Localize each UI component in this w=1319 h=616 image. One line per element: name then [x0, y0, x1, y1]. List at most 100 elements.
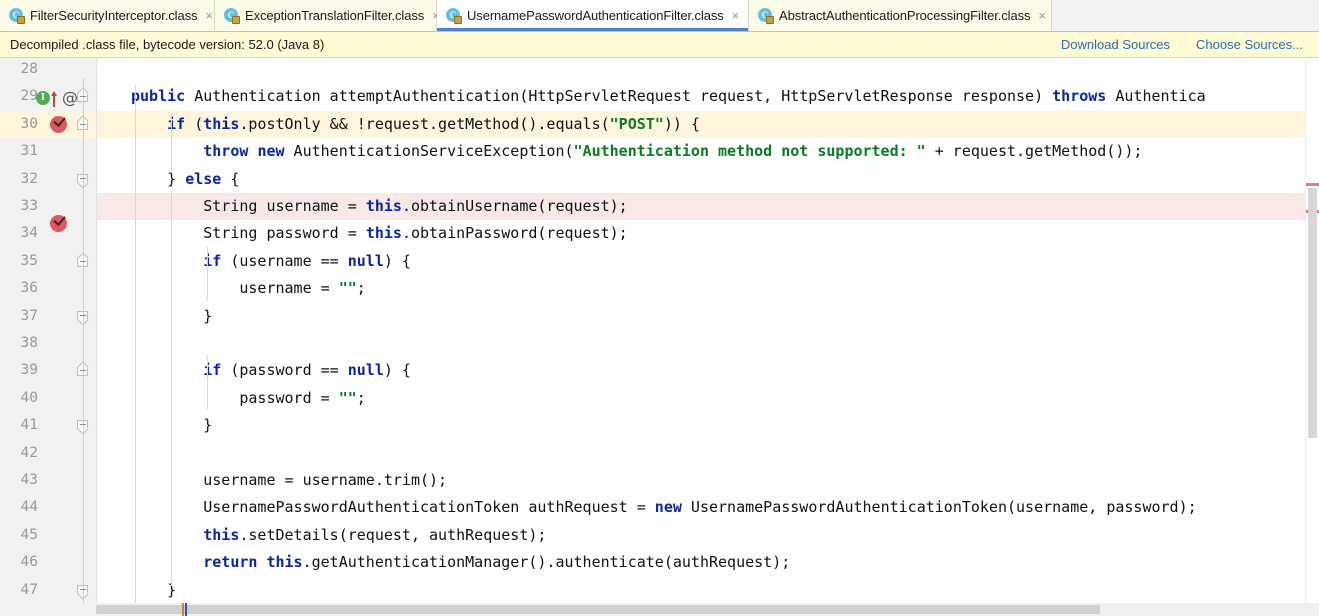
indent-guide — [135, 85, 136, 605]
line-number: 45 — [0, 522, 42, 549]
code-line-text: throw new AuthenticationServiceException… — [131, 138, 1142, 165]
code-token: UsernamePasswordAuthenticationToken auth… — [131, 498, 655, 516]
code-line[interactable]: if (password == null) { — [96, 357, 1319, 384]
code-line-text: String username = this.obtainUsername(re… — [131, 193, 628, 220]
line-number: 36 — [0, 275, 42, 302]
code-token: .obtainPassword(request); — [402, 224, 628, 242]
code-token: } — [131, 581, 176, 599]
gutter-row[interactable]: 33 — [0, 193, 96, 220]
editor-tab[interactable]: C AbstractAuthenticationProcessingFilter.… — [749, 0, 1052, 31]
gutter-row[interactable]: 40 — [0, 385, 96, 412]
banner-message: Decompiled .class file, bytecode version… — [10, 37, 1061, 52]
code-line[interactable]: String password = this.obtainPassword(re… — [96, 220, 1319, 247]
java-class-icon: C — [9, 8, 24, 23]
code-token: this — [266, 553, 302, 571]
code-line[interactable]: } else { — [96, 166, 1319, 193]
close-icon[interactable]: × — [203, 9, 213, 22]
code-token: ; — [357, 389, 366, 407]
java-class-icon: C — [224, 8, 239, 23]
hscroll-gutter-spacer — [0, 603, 96, 616]
code-token: String username = — [131, 197, 366, 215]
code-line[interactable]: username = username.trim(); — [96, 467, 1319, 494]
java-class-icon: C — [758, 8, 773, 23]
choose-sources-link[interactable]: Choose Sources... — [1196, 37, 1303, 52]
decompiled-class-banner: Decompiled .class file, bytecode version… — [0, 32, 1319, 58]
code-token: username = — [131, 279, 339, 297]
code-token — [131, 553, 203, 571]
code-token: throw — [203, 142, 248, 160]
gutter-row[interactable]: 38 — [0, 330, 96, 357]
code-token: throws — [1052, 87, 1106, 105]
code-line[interactable]: username = ""; — [96, 275, 1319, 302]
code-line[interactable]: return this.getAuthenticationManager().a… — [96, 549, 1319, 576]
code-token — [131, 252, 203, 270]
code-token — [131, 142, 203, 160]
vertical-scrollbar[interactable] — [1305, 58, 1319, 616]
gutter-row[interactable]: 44 — [0, 494, 96, 521]
editor-gutter[interactable]: 2829I@3031323334353637383940414243444546… — [0, 58, 97, 616]
code-line-text: public Authentication attemptAuthenticat… — [131, 83, 1206, 110]
line-number: 33 — [0, 193, 42, 220]
code-token: .setDetails(request, authRequest); — [239, 526, 546, 544]
code-line-text: return this.getAuthenticationManager().a… — [131, 549, 790, 576]
code-line[interactable]: UsernamePasswordAuthenticationToken auth… — [96, 494, 1319, 521]
code-token: { — [221, 170, 239, 188]
gutter-row[interactable]: 43 — [0, 467, 96, 494]
code-token: null — [348, 252, 384, 270]
code-line[interactable] — [96, 58, 1319, 83]
breakpoint-verified-icon[interactable] — [50, 116, 67, 133]
editor-tab-label: AbstractAuthenticationProcessingFilter.c… — [779, 8, 1030, 23]
close-icon[interactable]: × — [1036, 9, 1046, 22]
line-number: 40 — [0, 385, 42, 412]
gutter-row[interactable]: 46 — [0, 549, 96, 576]
code-line-text: if (password == null) { — [131, 357, 411, 384]
code-token: "" — [339, 279, 357, 297]
editor-tab[interactable]: CUsernamePasswordAuthenticationFilter.cl… — [437, 0, 749, 31]
code-line[interactable]: } — [96, 303, 1319, 330]
implements-method-icon[interactable]: I — [36, 90, 60, 106]
line-number: 42 — [0, 440, 42, 467]
code-editor[interactable]: 2829I@3031323334353637383940414243444546… — [0, 58, 1319, 616]
gutter-row[interactable]: 34 — [0, 220, 96, 247]
gutter-row[interactable]: 45 — [0, 522, 96, 549]
hscroll-marker — [185, 603, 187, 616]
code-token: if — [167, 115, 185, 133]
editor-tab[interactable]: CExceptionTranslationFilter.class× — [215, 0, 437, 31]
gutter-row[interactable]: 42 — [0, 440, 96, 467]
code-line[interactable] — [96, 330, 1319, 357]
horizontal-scrollbar-thumb[interactable] — [96, 605, 1100, 614]
editor-tab-bar: CFilterSecurityInterceptor.class×CExcept… — [0, 0, 1319, 32]
close-icon[interactable]: × — [730, 9, 740, 22]
code-line[interactable]: if (username == null) { — [96, 248, 1319, 275]
fold-region-line — [83, 173, 84, 403]
code-text-area[interactable]: public Authentication attemptAuthenticat… — [96, 58, 1319, 616]
code-line[interactable]: String username = this.obtainUsername(re… — [96, 193, 1319, 220]
line-number: 38 — [0, 330, 42, 357]
download-sources-link[interactable]: Download Sources — [1061, 37, 1170, 52]
code-token: Authentication attemptAuthentication(Htt… — [185, 87, 1052, 105]
code-line[interactable]: throw new AuthenticationServiceException… — [96, 138, 1319, 165]
code-line[interactable]: } — [96, 577, 1319, 604]
code-token: if — [203, 361, 221, 379]
code-token: this — [203, 115, 239, 133]
code-line[interactable]: if (this.postOnly && !request.getMethod(… — [96, 111, 1319, 138]
scrollbar-error-marker — [1306, 183, 1319, 186]
gutter-row[interactable]: 28 — [0, 58, 96, 83]
editor-tab[interactable]: CFilterSecurityInterceptor.class× — [0, 0, 215, 31]
annotation-at-icon[interactable]: @ — [62, 90, 78, 106]
code-token — [131, 115, 167, 133]
horizontal-scrollbar[interactable] — [96, 603, 1306, 616]
indent-guide — [207, 246, 208, 301]
code-line[interactable]: public Authentication attemptAuthenticat… — [96, 83, 1319, 110]
code-line[interactable]: password = ""; — [96, 385, 1319, 412]
vertical-scrollbar-thumb[interactable] — [1308, 188, 1317, 438]
gutter-row[interactable]: 36 — [0, 275, 96, 302]
code-line[interactable]: } — [96, 412, 1319, 439]
code-line[interactable]: this.setDetails(request, authRequest); — [96, 522, 1319, 549]
code-line[interactable] — [96, 440, 1319, 467]
scrollbar-corner — [1306, 603, 1319, 616]
code-line-text: } else { — [131, 166, 239, 193]
code-token: ( — [185, 115, 203, 133]
gutter-row[interactable]: 31 — [0, 138, 96, 165]
java-class-icon: C — [446, 8, 461, 23]
